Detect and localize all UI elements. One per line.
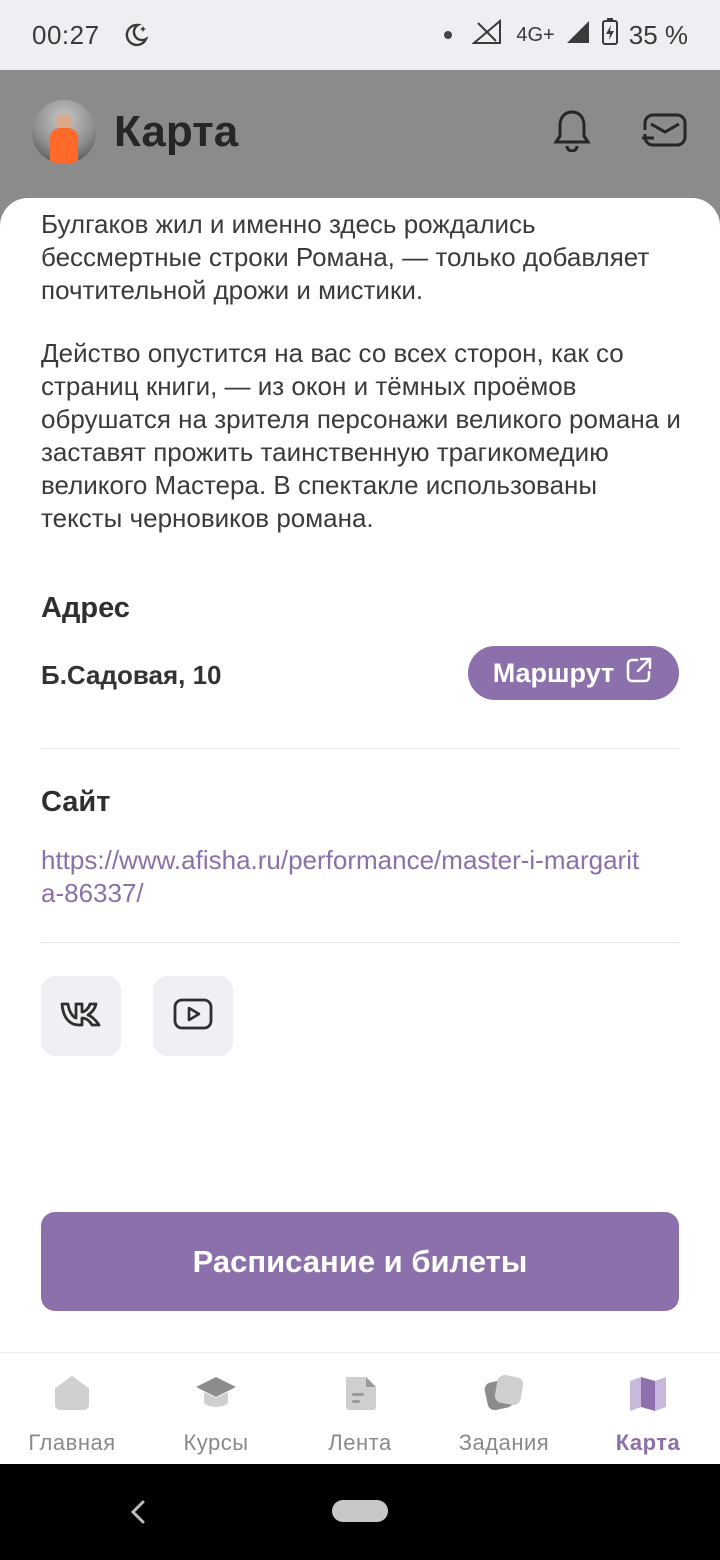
map-icon [626, 1371, 670, 1420]
nav-label: Главная [28, 1430, 116, 1455]
schedule-tickets-button[interactable]: Расписание и билеты [41, 1212, 679, 1311]
status-bar: 00:27 4G+ 35 % [0, 0, 720, 70]
divider [41, 942, 679, 943]
bell-icon[interactable] [552, 108, 592, 157]
nav-label: Лента [328, 1430, 392, 1455]
route-button[interactable]: Маршрут [468, 646, 679, 700]
nav-label: Карта [615, 1430, 681, 1455]
divider [41, 748, 679, 749]
battery-icon [601, 17, 619, 53]
nav-label: Задания [458, 1430, 550, 1455]
nav-item-feed[interactable]: Лента [288, 1353, 432, 1464]
nav-item-tasks[interactable]: Задания [432, 1353, 576, 1464]
description-paragraph: Действо опустится на вас со всех сторон,… [41, 338, 681, 533]
notification-dot-icon [444, 31, 453, 39]
network-type: 4G+ [516, 23, 555, 46]
nav-label: Курсы [183, 1430, 249, 1455]
home-icon [50, 1371, 94, 1420]
address-title: Адрес [41, 592, 130, 624]
feed-icon [338, 1371, 382, 1420]
signal-icon [565, 19, 591, 52]
route-button-label: Маршрут [492, 657, 615, 688]
bottom-navigation: Главная Курсы Лента Задания Карта [0, 1352, 720, 1464]
status-time: 00:27 [32, 19, 100, 50]
do-not-disturb-icon [122, 21, 150, 49]
no-signal-icon [471, 18, 506, 52]
courses-icon [194, 1371, 238, 1420]
avatar[interactable] [32, 100, 96, 164]
home-pill-icon[interactable] [332, 1500, 388, 1522]
screen: 00:27 4G+ 35 % Карта Булгаков жил и имен… [0, 0, 720, 1560]
tasks-icon [482, 1371, 526, 1420]
site-title: Сайт [41, 786, 111, 818]
vk-icon [59, 1000, 103, 1033]
description-paragraph: Булгаков жил и именно здесь рождались бе… [41, 209, 650, 305]
battery-level: 35 % [628, 19, 688, 50]
external-link-icon [624, 655, 654, 692]
vk-button[interactable] [41, 976, 121, 1056]
place-details-sheet[interactable]: Булгаков жил и именно здесь рождались бе… [0, 198, 720, 1352]
back-icon[interactable] [128, 1498, 148, 1531]
nav-item-home[interactable]: Главная [0, 1353, 144, 1464]
system-navigation-bar [0, 1464, 720, 1560]
nav-item-courses[interactable]: Курсы [144, 1353, 288, 1464]
messages-icon[interactable] [642, 110, 688, 155]
youtube-icon [172, 997, 214, 1036]
page-title: Карта [114, 107, 239, 156]
status-right: 4G+ 35 % [444, 17, 688, 53]
youtube-button[interactable] [153, 976, 233, 1056]
site-link[interactable]: https://www.afisha.ru/performance/master… [41, 844, 641, 910]
nav-item-map[interactable]: Карта [576, 1353, 720, 1464]
description: Булгаков жил и именно здесь рождались бе… [41, 208, 681, 565]
address-value: Б.Садовая, 10 [41, 660, 222, 690]
header-actions [552, 100, 688, 164]
